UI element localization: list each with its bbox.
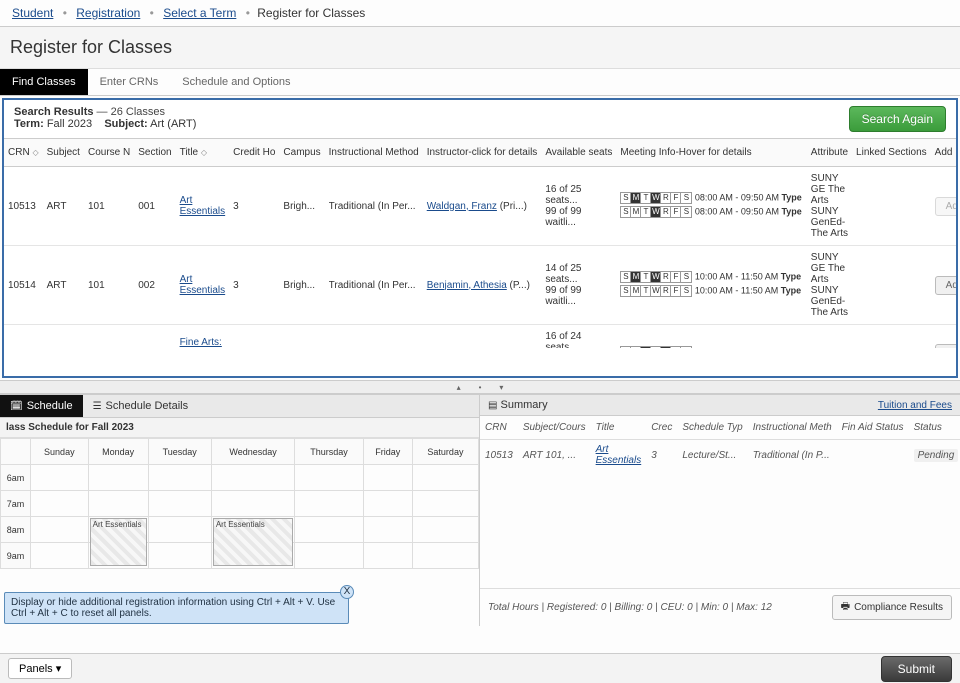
- col-instructional-method[interactable]: Instructional Method: [325, 139, 423, 167]
- search-count: — 26 Classes: [97, 106, 165, 118]
- course-title-link[interactable]: Art Essentials: [180, 195, 226, 217]
- search-results-panel: Search Results — 26 Classes Term: Fall 2…: [2, 98, 958, 378]
- tab-enter-crns[interactable]: Enter CRNs: [88, 69, 171, 95]
- calendar-grid: Sunday Monday Tuesday Wednesday Thursday…: [0, 438, 479, 569]
- crumb-student[interactable]: Student: [12, 6, 53, 20]
- close-icon[interactable]: X: [340, 585, 354, 599]
- col-instructor[interactable]: Instructor-click for details: [423, 139, 542, 167]
- breadcrumb: Student • Registration • Select a Term •…: [0, 0, 960, 27]
- summary-title-link[interactable]: Art Essentials: [596, 444, 642, 466]
- tab-schedule-details[interactable]: ☰ Schedule Details: [83, 395, 199, 417]
- tab-find-classes[interactable]: Find Classes: [0, 69, 88, 95]
- add-button[interactable]: Add: [935, 197, 956, 216]
- schedule-title: lass Schedule for Fall 2023: [0, 418, 479, 438]
- table-row: 10514 ART 101 002 Art Essentials 3 Brigh…: [4, 246, 956, 325]
- col-linked-sections[interactable]: Linked Sections: [852, 139, 931, 167]
- crumb-current: Register for Classes: [257, 6, 365, 20]
- summary-pane: ▤ Summary Tuition and Fees CRN Subject/C…: [480, 395, 960, 626]
- col-crn[interactable]: CRN ◇: [4, 139, 43, 167]
- crumb-select-term[interactable]: Select a Term: [163, 6, 236, 20]
- instructor-link[interactable]: Waldgan, Franz: [427, 201, 497, 212]
- calendar-icon: 🗓: [10, 401, 23, 412]
- list-icon: ☰: [93, 401, 102, 412]
- col-course-number[interactable]: Course N: [84, 139, 134, 167]
- instructor-link[interactable]: Fisher, Amy: [427, 348, 479, 349]
- compliance-results-button[interactable]: 🖶 Compliance Results: [832, 595, 952, 620]
- tip-banner: Display or hide additional registration …: [4, 592, 349, 624]
- summary-row: 10513 ART 101, ... Art Essentials 3 Lect…: [480, 440, 960, 471]
- page-title: Register for Classes: [0, 27, 960, 69]
- tab-schedule[interactable]: 🗓 Schedule: [0, 395, 83, 417]
- col-section[interactable]: Section: [134, 139, 175, 167]
- col-attribute[interactable]: Attribute: [807, 139, 852, 167]
- col-title[interactable]: Title ◇: [176, 139, 230, 167]
- col-subject[interactable]: Subject: [43, 139, 84, 167]
- main-tabs: Find Classes Enter CRNs Schedule and Opt…: [0, 69, 960, 96]
- tab-schedule-options[interactable]: Schedule and Options: [170, 69, 302, 95]
- totals-text: Total Hours | Registered: 0 | Billing: 0…: [488, 602, 772, 613]
- col-add[interactable]: Add: [931, 139, 956, 167]
- results-table: CRN ◇ Subject Course N Section Title ◇ C…: [4, 138, 956, 348]
- bottom-bar: Panels ▾ Submit: [0, 653, 960, 683]
- search-info: Search Results — 26 Classes Term: Fall 2…: [14, 106, 196, 130]
- col-meeting-info[interactable]: Meeting Info-Hover for details: [616, 139, 806, 167]
- crumb-registration[interactable]: Registration: [76, 6, 140, 20]
- status-badge: Pending: [914, 449, 959, 462]
- course-title-link[interactable]: Art Essentials: [180, 274, 226, 296]
- instructor-link[interactable]: Benjamin, Athesia: [427, 280, 507, 291]
- add-button[interactable]: Add: [935, 344, 956, 349]
- search-again-button[interactable]: Search Again: [849, 106, 946, 132]
- chevron-up-icon[interactable]: ▴: [451, 383, 467, 392]
- summary-icon: ▤: [488, 400, 497, 411]
- submit-button[interactable]: Submit: [881, 656, 952, 682]
- splitter-bar[interactable]: ▴ • ▾: [0, 380, 960, 394]
- table-row: 16524 ART 102 002 Fine Arts: Theory and …: [4, 325, 956, 349]
- search-heading: Search Results: [14, 106, 93, 118]
- summary-table: CRN Subject/Cours Title Crec Schedule Ty…: [480, 416, 960, 470]
- chevron-down-icon[interactable]: ▾: [493, 383, 509, 392]
- schedule-pane: 🗓 Schedule ☰ Schedule Details lass Sched…: [0, 395, 480, 626]
- col-campus[interactable]: Campus: [279, 139, 324, 167]
- add-button[interactable]: Add: [935, 276, 956, 295]
- chevron-down-icon: ▾: [56, 663, 62, 675]
- panels-button[interactable]: Panels ▾: [8, 658, 72, 679]
- print-icon: 🖶: [841, 599, 850, 616]
- col-credit-hours[interactable]: Credit Ho: [229, 139, 279, 167]
- table-row: 10513 ART 101 001 Art Essentials 3 Brigh…: [4, 167, 956, 246]
- course-title-link[interactable]: Fine Arts: Theory and P...: [180, 337, 222, 349]
- col-available-seats[interactable]: Available seats: [541, 139, 616, 167]
- tuition-fees-link[interactable]: Tuition and Fees: [878, 400, 952, 411]
